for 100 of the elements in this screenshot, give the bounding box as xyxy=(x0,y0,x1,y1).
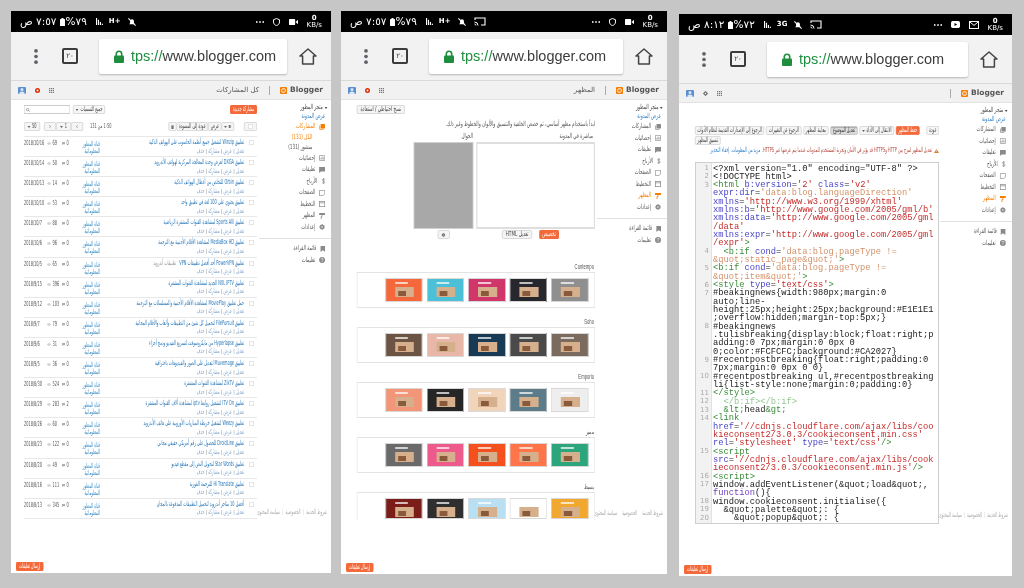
checkbox[interactable] xyxy=(249,361,254,367)
comment-bubble-icon xyxy=(319,166,325,173)
battery-icon xyxy=(59,17,65,26)
checkbox[interactable] xyxy=(249,240,254,246)
eye-icon xyxy=(47,363,51,367)
paint-roller-icon xyxy=(319,212,325,219)
code-line: <script src='//cdnjs.cloudflare.com/ajax/libs/cookieconsent2/3.0.3/cookieconsent.min.js'/> xyxy=(712,447,935,473)
theme-preview-drawing[interactable] xyxy=(468,333,506,357)
apps-grid-icon[interactable] xyxy=(379,87,384,93)
tag-icon xyxy=(228,125,232,128)
more-icon xyxy=(933,23,942,26)
avatar-icon[interactable] xyxy=(348,86,356,94)
checkbox[interactable] xyxy=(249,220,254,226)
apps-grid-icon[interactable] xyxy=(49,87,54,93)
checkbox[interactable] xyxy=(249,461,254,467)
comment-icon xyxy=(62,443,65,447)
avatar-icon[interactable] xyxy=(686,89,694,97)
checkbox[interactable] xyxy=(249,280,254,286)
checkbox[interactable] xyxy=(248,124,253,129)
checkbox[interactable] xyxy=(249,260,254,266)
theme-preview-drawing[interactable] xyxy=(509,278,547,302)
settings-icon[interactable] xyxy=(703,90,708,96)
clock-time: ٨:١٢ ص xyxy=(688,19,725,30)
signal-icon xyxy=(425,18,433,25)
checkbox[interactable] xyxy=(249,481,254,487)
comment-bubble-icon xyxy=(655,146,661,153)
code-line: #recentpostbreaking{float:right;padding:0 7px;margin:0 0px 0 0} xyxy=(712,356,929,373)
comment-icon xyxy=(62,282,65,286)
notification-icon[interactable] xyxy=(35,87,40,93)
eye-icon xyxy=(47,262,51,266)
checkbox[interactable] xyxy=(249,441,254,447)
blogger-logo-icon[interactable] xyxy=(961,89,969,97)
home-icon[interactable] xyxy=(980,50,998,68)
checkbox[interactable] xyxy=(249,160,254,166)
comment-icon xyxy=(62,383,65,387)
bookmark-icon xyxy=(320,245,325,252)
checkbox[interactable] xyxy=(249,200,254,206)
theme-preview-drawing[interactable] xyxy=(426,498,464,519)
menu-icon[interactable] xyxy=(34,48,38,64)
lock-icon xyxy=(114,49,124,63)
home-icon[interactable] xyxy=(635,47,653,65)
comment-icon xyxy=(62,463,65,467)
theme-preview-drawing[interactable] xyxy=(509,333,547,357)
checkbox[interactable] xyxy=(249,320,254,326)
code-line: window.cookieconsent.initialise({ xyxy=(712,497,888,506)
checkbox[interactable] xyxy=(249,421,254,427)
blogger-logo-icon[interactable] xyxy=(616,86,624,94)
theme-preview-drawing[interactable] xyxy=(385,498,423,519)
labels-button[interactable] xyxy=(221,122,234,131)
eye-icon xyxy=(47,403,51,407)
page-icon xyxy=(319,189,325,196)
gear-icon xyxy=(319,224,325,231)
caret-icon xyxy=(324,106,327,109)
trash-icon xyxy=(170,124,174,129)
home-icon[interactable] xyxy=(299,47,317,65)
notification-icon[interactable] xyxy=(365,87,370,93)
search-field[interactable] xyxy=(24,105,70,114)
code-line: <?xml version="1.0" encoding="UTF-8" ?> xyxy=(712,164,919,173)
page-icon xyxy=(1000,172,1006,179)
caret-icon xyxy=(861,129,865,132)
checkbox[interactable] xyxy=(249,180,254,186)
stats-icon xyxy=(319,155,325,162)
theme-preview-drawing[interactable] xyxy=(426,388,464,412)
comment-icon xyxy=(62,262,65,266)
delete-button[interactable] xyxy=(168,122,177,131)
url-field[interactable]: tps://www.blogger.com xyxy=(99,38,287,74)
menu-icon[interactable] xyxy=(702,51,706,67)
cast-icon xyxy=(810,20,823,29)
layout-icon xyxy=(1000,184,1006,191)
mobile-settings-button[interactable] xyxy=(437,230,450,239)
caret-icon xyxy=(660,106,663,109)
gear-icon xyxy=(655,204,661,211)
url-field[interactable]: tps://www.blogger.com xyxy=(767,41,968,77)
posts-icon xyxy=(1000,126,1006,133)
checkbox[interactable] xyxy=(249,340,254,346)
eye-icon xyxy=(47,142,51,145)
checkbox[interactable] xyxy=(249,401,254,407)
gear-icon xyxy=(441,232,446,237)
posts-icon xyxy=(655,123,661,130)
clock-time: ٧:٥٧ ص xyxy=(350,16,387,27)
code-line: <b:if cond='data:blog.pageType != &quot;static_page&quot;'> xyxy=(712,247,898,265)
apps-grid-icon[interactable] xyxy=(717,90,722,96)
blogger-logo-icon[interactable] xyxy=(280,86,288,94)
bell-off-icon xyxy=(457,17,466,26)
eye-icon xyxy=(47,383,51,387)
code-editor[interactable] xyxy=(695,162,939,524)
checkbox[interactable] xyxy=(249,140,254,145)
bell-off-icon xyxy=(794,20,803,29)
checkbox[interactable] xyxy=(249,501,254,507)
avatar-icon[interactable] xyxy=(18,86,26,94)
comment-icon xyxy=(62,342,65,346)
url-field[interactable]: tps://www.blogger.com xyxy=(429,38,623,74)
video-camera-icon xyxy=(288,18,298,25)
menu-icon[interactable] xyxy=(364,48,368,64)
code-line: <html b:version='2' class='v2' expr:dir='data:blog.languageDirection' xmlns='http://www.w3.org/1999/xhtml' xmlns:b='http://www.google.com/2005/gml/b' xmlns:data='http://www.google.com/2005/gml/data' xmlns:expr='http://www.google.com/2005/gml/expr'> xyxy=(712,181,935,248)
checkbox[interactable] xyxy=(249,300,254,306)
cast-icon xyxy=(473,17,486,26)
code-line: &quot;popup&quot;: { xyxy=(734,514,841,523)
checkbox[interactable] xyxy=(249,381,254,387)
comment-icon xyxy=(62,162,65,166)
